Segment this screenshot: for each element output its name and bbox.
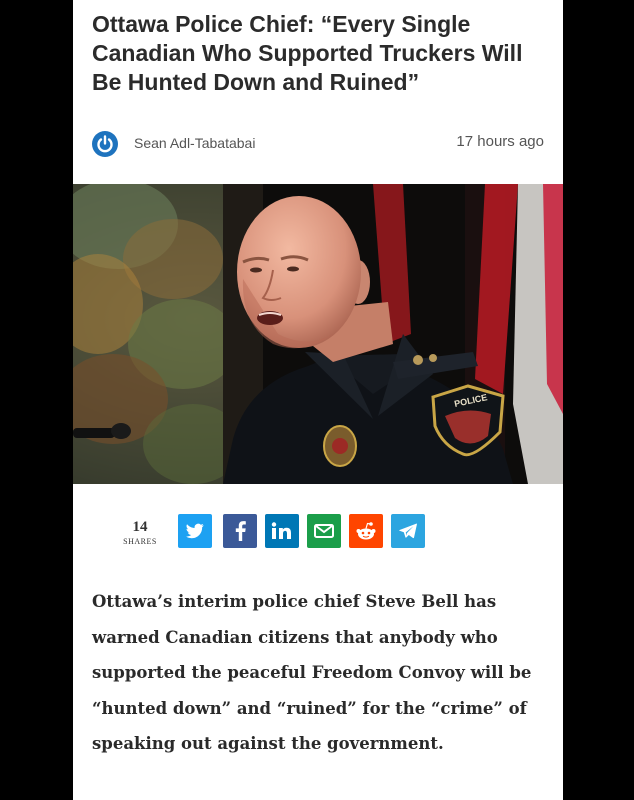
social-share-bar: 14 SHARES bbox=[73, 508, 563, 564]
share-count: 14 SHARES bbox=[118, 518, 162, 548]
article-card: Ottawa Police Chief: “Every Single Canad… bbox=[73, 0, 563, 800]
author-logo-icon[interactable] bbox=[92, 131, 118, 157]
article-headline[interactable]: Ottawa Police Chief: “Every Single Canad… bbox=[92, 10, 552, 97]
email-share-button[interactable] bbox=[307, 514, 341, 548]
in-icon bbox=[271, 522, 291, 539]
bird-icon bbox=[186, 523, 204, 539]
share-count-label: SHARES bbox=[123, 537, 157, 546]
twitter-share-button[interactable] bbox=[178, 514, 212, 548]
linkedin-share-button[interactable] bbox=[265, 514, 299, 548]
publish-time: 17 hours ago bbox=[456, 133, 544, 150]
facebook-share-button[interactable] bbox=[223, 514, 257, 548]
article-photo: POLICE bbox=[73, 184, 563, 484]
byline: Sean Adl-Tabatabai 17 hours ago bbox=[92, 130, 544, 158]
article-body: Ottawa’s interim police chief Steve Bell… bbox=[92, 592, 532, 753]
share-count-number: 14 bbox=[132, 519, 148, 535]
reddit-alien-icon bbox=[356, 522, 376, 540]
author-name[interactable]: Sean Adl-Tabatabai bbox=[134, 135, 255, 151]
f-icon bbox=[235, 521, 246, 541]
paper-plane-icon bbox=[399, 523, 417, 539]
envelope-icon bbox=[314, 524, 334, 538]
reddit-share-button[interactable] bbox=[349, 514, 383, 548]
telegram-share-button[interactable] bbox=[391, 514, 425, 548]
